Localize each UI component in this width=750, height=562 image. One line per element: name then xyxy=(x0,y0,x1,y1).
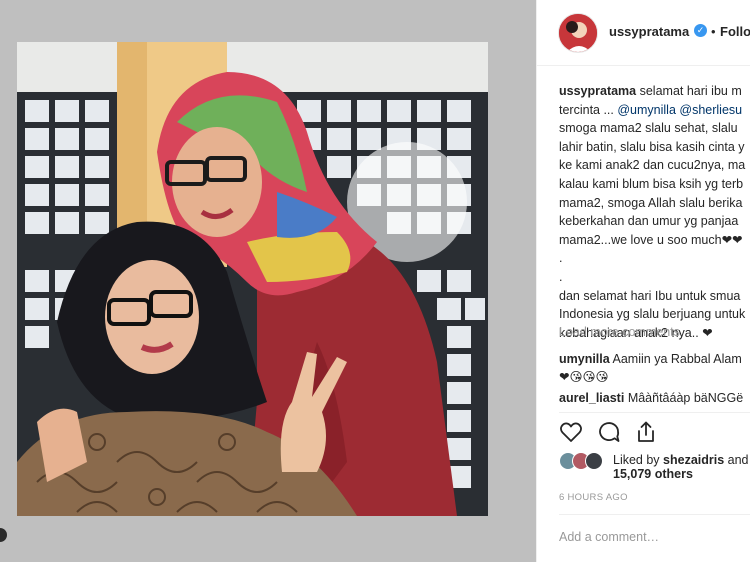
post-caption: ussypratama selamat hari ibu m tercinta … xyxy=(559,82,750,342)
caption-line: smoga mama2 slalu sehat, slalu xyxy=(559,121,738,136)
caption-line: ke kami anak2 dan cucu2nya, ma xyxy=(559,158,746,173)
caption-line: . xyxy=(559,251,563,266)
verified-badge-icon: ✓ xyxy=(694,24,707,37)
header-separator: • xyxy=(711,24,716,39)
caption-text: selamat hari ibu m xyxy=(639,84,742,98)
header-username[interactable]: ussypratama xyxy=(609,24,689,39)
speech-bubble-icon[interactable] xyxy=(597,420,621,444)
photo-viewer xyxy=(0,0,536,562)
divider xyxy=(559,412,750,413)
add-comment-input[interactable] xyxy=(559,526,739,548)
liked-by-prefix: Liked by xyxy=(613,453,664,467)
comment-text: ❤😘😘😘 xyxy=(559,370,609,384)
caption-line: keberkahan dan umur yg panjaa xyxy=(559,214,739,229)
caption-line: . xyxy=(559,269,563,284)
liker-avatars[interactable] xyxy=(559,452,609,472)
caption-line: ussypratama selamat hari ibu m xyxy=(559,82,750,101)
post-sidebar: ussypratama ✓ • Follow ussypratama selam… xyxy=(536,0,750,562)
share-icon[interactable] xyxy=(634,420,658,444)
load-more-comments-button[interactable]: Load more comments xyxy=(559,325,680,339)
heart-outline-icon[interactable] xyxy=(559,420,583,444)
photo-illustration xyxy=(17,42,488,516)
comment-item: umynilla Aamiin ya Rabbal Alam ❤😘😘😘 xyxy=(559,350,742,386)
comment-item: aurel_liasti Mâàñtâáàp bäNGGë xyxy=(559,389,743,407)
post-header: ussypratama ✓ • Follow xyxy=(537,0,750,66)
caption-username[interactable]: ussypratama xyxy=(559,84,636,98)
caption-line: tercinta ... @umynilla @sherliesu xyxy=(559,101,750,120)
liked-by-suffix: and xyxy=(724,453,749,467)
caption-line: lahir batin, slalu bisa kasih cinta y xyxy=(559,139,745,154)
post-photo[interactable] xyxy=(17,42,488,516)
follow-button[interactable]: Follow xyxy=(720,24,750,39)
comment-username[interactable]: umynilla xyxy=(559,352,610,366)
caption-line: mama2...we love u soo much❤❤ xyxy=(559,232,743,247)
caption-line: kalau kami blum bisa ksih yg terb xyxy=(559,176,744,191)
caption-text: tercinta ... xyxy=(559,102,618,117)
mention-link[interactable]: @sherliesu xyxy=(679,103,742,117)
divider xyxy=(559,514,750,515)
liker-avatar xyxy=(585,452,603,470)
caption-line: Indonesia yg slalu berjuang untuk xyxy=(559,307,746,322)
liked-by-user[interactable]: shezaidris xyxy=(663,453,724,467)
avatar-image xyxy=(559,14,597,52)
mention-link[interactable]: @umynilla xyxy=(617,103,676,117)
comment-username[interactable]: aurel_liasti xyxy=(559,391,624,405)
avatar[interactable] xyxy=(558,13,598,53)
post-timestamp[interactable]: 6 HOURS AGO xyxy=(559,492,628,503)
caption-line: mama2, smoga Allah slalu berika xyxy=(559,195,743,210)
likes-count[interactable]: 15,079 others xyxy=(613,467,693,481)
caption-line: dan selamat hari Ibu untuk smua xyxy=(559,288,741,303)
comment-text: Mâàñtâáàp bäNGGë xyxy=(627,391,744,405)
comment-text: Aamiin ya Rabbal Alam xyxy=(612,352,742,366)
carousel-indicator[interactable] xyxy=(0,528,7,542)
